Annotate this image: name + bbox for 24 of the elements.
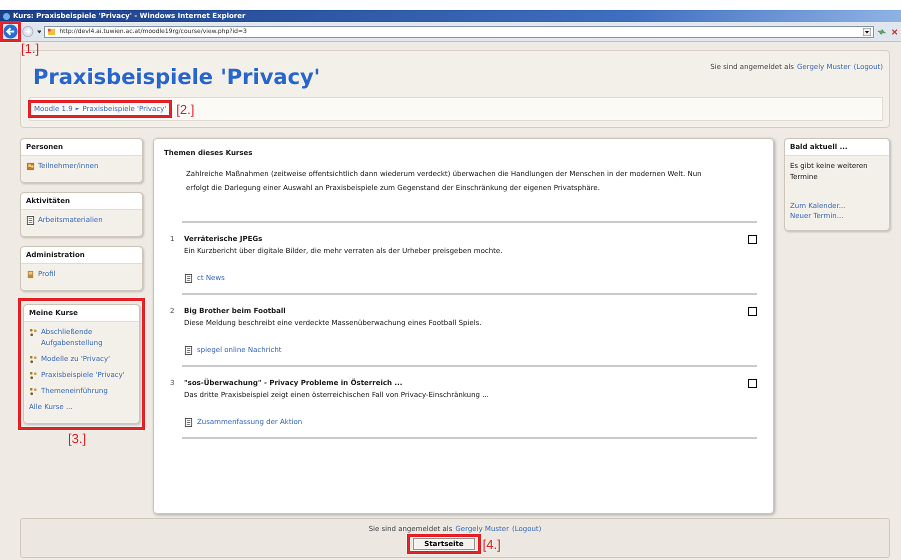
course-title: Praxisbeispiele 'Privacy' (33, 65, 320, 89)
refresh-icon[interactable] (877, 26, 887, 36)
dropdown-icon[interactable] (36, 30, 42, 34)
course-icon (29, 387, 38, 396)
annotation-label: [2.] (176, 102, 194, 116)
document-icon (184, 346, 193, 355)
course-icon (29, 371, 38, 380)
highlight-icon[interactable] (748, 307, 757, 316)
people-icon (26, 162, 35, 171)
highlight-icon[interactable] (748, 379, 757, 388)
page-icon (47, 27, 56, 36)
document-icon (26, 216, 35, 225)
profile-icon (26, 270, 35, 279)
course-icon (29, 355, 38, 364)
browser-icon (3, 12, 10, 20)
dropdown-icon[interactable] (863, 28, 872, 36)
annotation-label: [3.] (68, 431, 88, 446)
highlight-icon[interactable] (748, 235, 757, 244)
close-icon[interactable] (890, 26, 899, 36)
annotation-label: [4.] (482, 536, 501, 552)
document-icon (184, 418, 193, 427)
course-icon (29, 328, 38, 337)
annotation-label: [1.] (21, 41, 40, 56)
document-icon (184, 274, 193, 283)
